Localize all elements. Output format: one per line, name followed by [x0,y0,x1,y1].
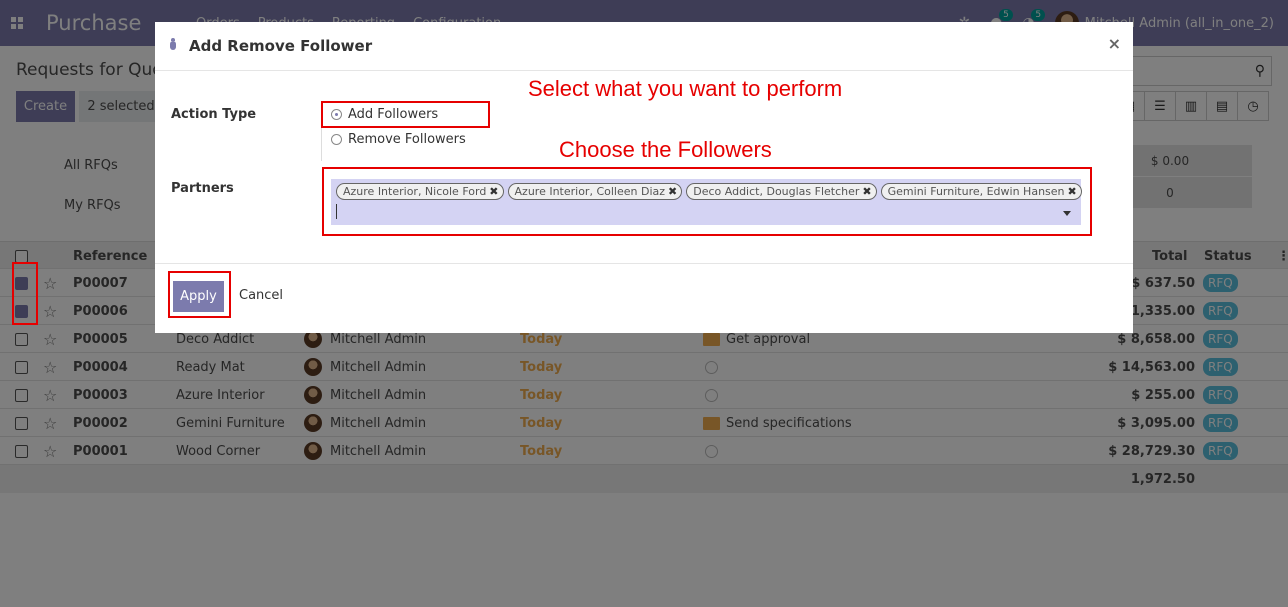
annotation-select-action: Select what you want to perform [528,76,843,101]
dialog-footer: Apply Cancel [155,263,1133,333]
cancel-button[interactable]: Cancel [239,288,283,303]
close-icon[interactable]: × [1108,34,1121,53]
dialog-header: Add Remove Follower × [155,22,1133,71]
radio-button[interactable] [331,134,342,145]
highlight-partners [322,167,1092,236]
bug-icon [167,38,179,52]
highlight-selected-rows [12,262,38,325]
dialog-title: Add Remove Follower [189,37,373,55]
action-type-label: Action Type [171,107,257,122]
highlight-apply [168,271,231,318]
add-remove-follower-dialog: Add Remove Follower × Action Type Add Fo… [155,22,1133,333]
annotation-choose-followers: Choose the Followers [559,137,772,162]
partners-label: Partners [171,181,234,196]
radio-remove-followers[interactable]: Remove Followers [331,132,466,147]
highlight-action-type [321,101,490,128]
radio-label: Remove Followers [348,132,466,147]
